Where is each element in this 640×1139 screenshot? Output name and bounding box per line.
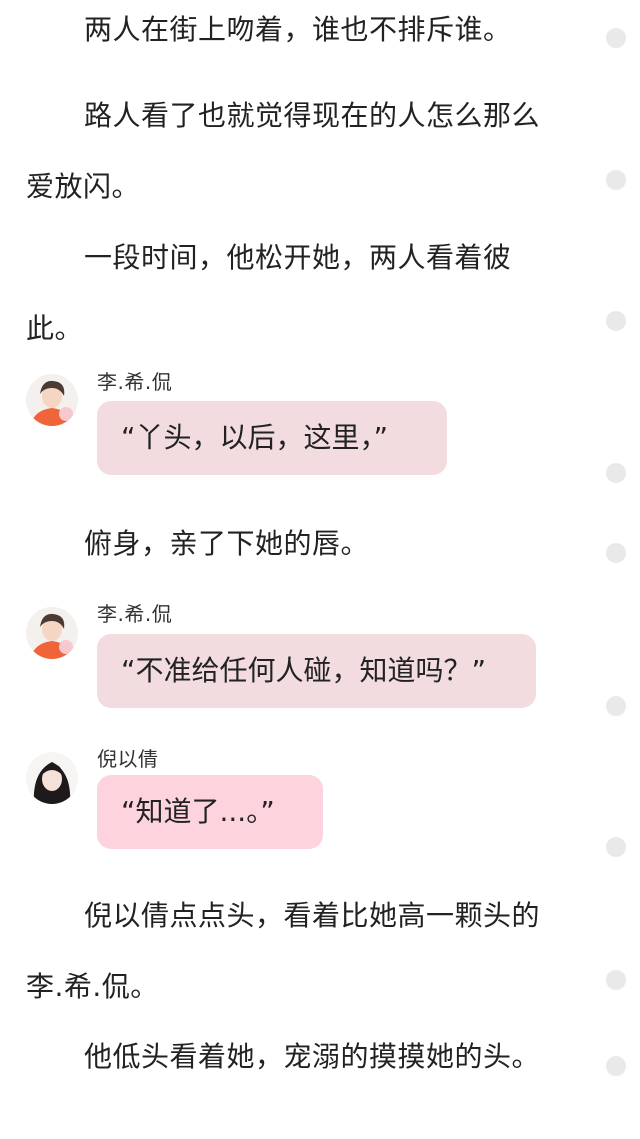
- male-avatar-icon: [26, 607, 78, 659]
- comment-dot-icon[interactable]: [606, 970, 626, 990]
- story-paragraph: 两人在街上吻着，谁也不排斥谁。: [84, 13, 512, 46]
- comment-dot-icon[interactable]: [606, 696, 626, 716]
- story-paragraph: 路人看了也就觉得现在的人怎么那么爱放闪。: [26, 99, 541, 203]
- avatar-li-xi-kan[interactable]: [26, 607, 78, 659]
- speaker-name: 李.希.侃: [97, 370, 173, 394]
- comment-dot-icon[interactable]: [606, 463, 626, 483]
- comment-dot-icon[interactable]: [606, 311, 626, 331]
- comment-dot-icon[interactable]: [606, 543, 626, 563]
- dialogue-bubble[interactable]: “不准给任何人碰，知道吗？”: [97, 634, 536, 708]
- comment-dot-icon[interactable]: [606, 170, 626, 190]
- speaker-name: 倪以倩: [97, 747, 159, 771]
- comment-dot-icon[interactable]: [606, 1056, 626, 1076]
- avatar-li-xi-kan[interactable]: [26, 374, 78, 426]
- comment-dot-icon[interactable]: [606, 28, 626, 48]
- female-avatar-icon: [26, 752, 78, 804]
- story-paragraph: 他低头看着她，宠溺的摸摸她的头。: [84, 1040, 541, 1073]
- story-paragraph: 倪以倩点点头，看着比她高一颗头的李.希.侃。: [26, 899, 541, 1003]
- avatar-ni-yi-qian[interactable]: [26, 752, 78, 804]
- male-avatar-icon: [26, 374, 78, 426]
- speaker-name: 李.希.侃: [97, 602, 173, 626]
- story-paragraph: 俯身，亲了下她的唇。: [84, 527, 370, 560]
- story-paragraph: 一段时间，他松开她，两人看着彼此。: [26, 241, 512, 345]
- dialogue-bubble[interactable]: “知道了...。”: [97, 775, 323, 849]
- comment-dot-icon[interactable]: [606, 837, 626, 857]
- dialogue-bubble[interactable]: “丫头，以后，这里，”: [97, 401, 447, 475]
